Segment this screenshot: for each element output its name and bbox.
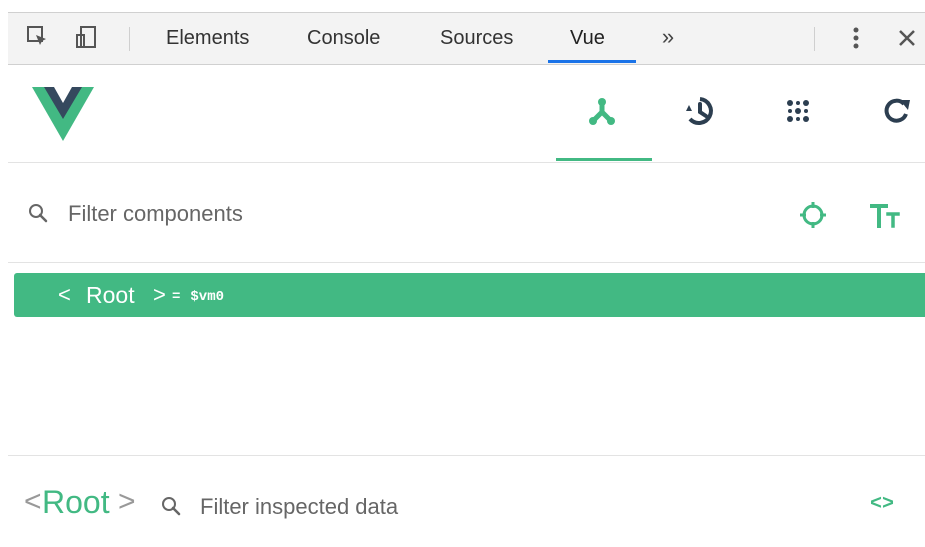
search-icon <box>29 204 48 223</box>
vue-devtools-header <box>8 65 925 163</box>
components-icon <box>589 98 615 125</box>
active-tool-indicator <box>556 158 652 161</box>
filter-components-input[interactable] <box>66 197 630 231</box>
vm-ref-name: $vm0 <box>190 289 225 305</box>
device-toolbar-icon[interactable] <box>74 25 98 49</box>
vue-logo <box>32 87 94 141</box>
search-icon <box>162 497 181 516</box>
tag-open-bracket: < <box>58 282 71 307</box>
inspected-open-bracket: < <box>24 485 42 518</box>
active-tab-indicator <box>548 60 636 63</box>
tab-console[interactable]: Console <box>307 26 380 50</box>
tab-vue[interactable]: Vue <box>570 26 605 50</box>
tree-item-root[interactable]: < Root > = $vm0 <box>14 273 925 317</box>
tab-elements[interactable]: Elements <box>166 26 249 50</box>
vm-ref-equals: = <box>172 289 181 305</box>
history-icon <box>686 97 713 125</box>
components-filter-bar <box>8 163 925 263</box>
toolbar-divider <box>814 27 815 51</box>
components-tab[interactable] <box>574 83 630 139</box>
format-component-names-icon[interactable] <box>868 200 902 230</box>
vm-reference: = $vm0 <box>172 289 224 305</box>
inspected-component-name: Root <box>42 484 110 520</box>
select-component-target-icon[interactable] <box>798 200 828 230</box>
inspect-element-icon[interactable] <box>26 25 50 49</box>
inspect-dom-code-icon[interactable]: <> <box>870 494 898 516</box>
kebab-menu-icon[interactable] <box>850 25 862 51</box>
more-tabs-icon[interactable]: » <box>656 25 680 49</box>
close-icon[interactable] <box>896 27 918 49</box>
refresh-icon <box>884 98 910 123</box>
history-tab[interactable] <box>672 83 728 139</box>
filter-inspected-data-input[interactable] <box>198 490 702 524</box>
inspected-close-bracket: > <box>118 485 136 518</box>
events-tab[interactable] <box>770 83 826 139</box>
component-name: Root <box>86 282 135 308</box>
component-tree: < Root > = $vm0 <box>8 263 925 455</box>
tag-close-bracket: > <box>153 282 166 307</box>
inspector-header: < Root > <> <box>8 455 925 547</box>
refresh-tab[interactable] <box>869 83 925 139</box>
tab-sources[interactable]: Sources <box>440 26 513 50</box>
devtools-tabbar: Elements Console Sources Vue » <box>8 12 925 65</box>
toolbar-divider <box>129 27 130 51</box>
events-icon <box>787 100 809 122</box>
